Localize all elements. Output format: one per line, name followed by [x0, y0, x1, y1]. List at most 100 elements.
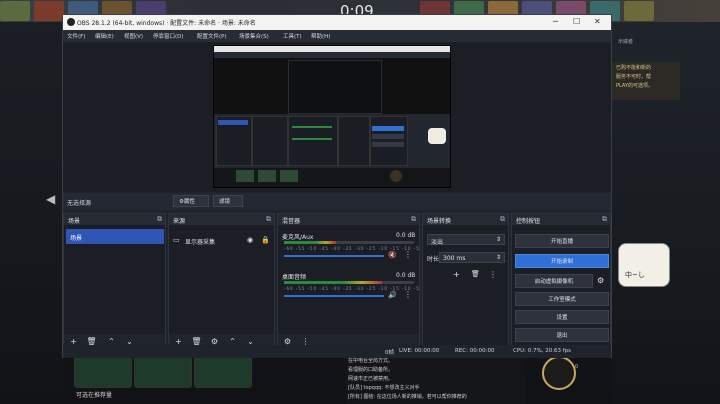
- nested-meter: [292, 126, 332, 128]
- menu-file[interactable]: 文件(F): [67, 32, 85, 40]
- more-options-icon[interactable]: ⋮: [489, 270, 497, 279]
- nested-meter: [292, 138, 332, 140]
- nested-button: [372, 126, 404, 131]
- nested-scene-item: [218, 120, 248, 125]
- nested-preview: [288, 60, 382, 114]
- obs-window: OBS 28.1.2 (64-bit, windows) · 配置文件: 未命名…: [62, 14, 612, 358]
- mixer-channel-name: 麦克风/Aux: [282, 234, 314, 241]
- start-virtual-camera-button[interactable]: 启动虚拟摄像机: [515, 274, 593, 288]
- minimize-icon[interactable]: ─: [553, 17, 558, 26]
- spin-arrows-icon: ⇕: [495, 254, 501, 261]
- studio-mode-button[interactable]: 工作室模式: [515, 292, 609, 306]
- filters-button[interactable]: 滤镜: [213, 195, 243, 207]
- nested-thumb: [236, 170, 254, 182]
- nested-thumb: [280, 170, 298, 182]
- nested-panel: [288, 116, 338, 166]
- eye-icon[interactable]: ◉: [247, 236, 253, 244]
- hero-card[interactable]: [134, 356, 192, 388]
- undock-icon[interactable]: ⧉: [157, 215, 162, 224]
- more-options-icon[interactable]: ⋮: [404, 250, 412, 259]
- title-bar[interactable]: OBS 28.1.2 (64-bit, windows) · 配置文件: 未命名…: [63, 15, 611, 30]
- scenes-dock: 场景 ⧉ 场景 + 🗑 ⌃ ⌄: [63, 213, 166, 351]
- window-title: OBS 28.1.2 (64-bit, windows) · 配置文件: 未命名…: [77, 20, 256, 27]
- dock-header: 场景 ⧉: [64, 214, 165, 225]
- controls-dock: 控制按钮 ⧉ 开始直播 开始录制 启动虚拟摄像机 ⚙ 工作室模式 设置 退出: [511, 213, 611, 351]
- banner-line: 已购不能和新的: [616, 65, 652, 71]
- volume-slider[interactable]: [284, 255, 384, 257]
- hero-portrait: [34, 1, 64, 21]
- obs-logo-icon: [67, 18, 75, 26]
- menu-view[interactable]: 视图(V): [124, 32, 143, 40]
- undock-icon[interactable]: ⧉: [500, 215, 505, 224]
- source-item[interactable]: ▭ 显示器采集 ◉ 🔒: [173, 236, 273, 246]
- volume-meter: [284, 281, 382, 284]
- hero-card[interactable]: [194, 356, 252, 388]
- rank-ring-icon: [542, 356, 576, 390]
- nested-panel: [338, 116, 370, 166]
- dock-title: 控制按钮: [516, 218, 541, 225]
- hero-card[interactable]: [74, 356, 132, 388]
- nested-button: [372, 142, 404, 147]
- maximize-icon[interactable]: ☐: [573, 17, 580, 26]
- menu-scene-collection[interactable]: 场景集合(S): [239, 32, 269, 40]
- menu-docks[interactable]: 停靠窗口(D): [153, 32, 184, 40]
- nested-mascot: [428, 128, 446, 144]
- undock-icon[interactable]: ⧉: [266, 215, 271, 224]
- transition-select[interactable]: 淡出 ⇕: [427, 234, 505, 246]
- dock-title: 混音器: [282, 218, 301, 225]
- live-status: LIVE: 00:00:00: [399, 348, 440, 354]
- gear-icon[interactable]: ⚙: [597, 276, 604, 285]
- add-icon[interactable]: +: [453, 270, 460, 279]
- frames-status: 0帧: [385, 350, 394, 356]
- mixer-channel-db: 0.0 dB: [396, 232, 416, 239]
- scene-item[interactable]: 场景: [66, 229, 164, 244]
- status-bar: 0帧 LIVE: 00:00:00 REC: 00:00:00 CPU: 0.7…: [63, 345, 611, 358]
- mascot-sticker: 中~し: [618, 243, 670, 287]
- more-options-icon[interactable]: ⋮: [404, 290, 412, 299]
- nested-thumb: [390, 170, 402, 182]
- properties-button[interactable]: ⚙属性: [173, 195, 209, 207]
- dock-title: 来源: [173, 218, 186, 225]
- nested-thumb: [258, 170, 276, 182]
- nested-menubar: [214, 52, 450, 58]
- settings-button[interactable]: 设置: [515, 310, 609, 324]
- menu-help[interactable]: 帮助(H): [311, 32, 330, 40]
- chat-box: 在中电台全局方式。 看理服的口助备所。 网速市正已被禁用。 [队员] topqq…: [345, 356, 525, 404]
- undock-icon[interactable]: ⧉: [602, 215, 607, 224]
- dock-header: 混音器 ⧉: [278, 214, 419, 225]
- menu-edit[interactable]: 编辑(E): [95, 32, 114, 40]
- dock-header: 场景转换 ⧉: [423, 214, 508, 225]
- start-recording-button[interactable]: 开始录制: [515, 254, 609, 268]
- chat-line: [所有] 图结: 在这位场人新的推销，若可以帮你推荐的: [348, 394, 467, 400]
- source-item-label: 显示器采集: [185, 239, 216, 246]
- menu-profile[interactable]: 配置文件(P): [197, 32, 227, 40]
- dock-title: 场景: [68, 218, 81, 225]
- chat-line: 网速市正已被禁用。: [348, 376, 394, 382]
- trash-icon[interactable]: 🗑: [471, 270, 480, 278]
- close-icon[interactable]: ✕: [594, 17, 601, 26]
- muted-speaker-icon[interactable]: 🔇: [388, 251, 397, 259]
- menu-tools[interactable]: 工具(T): [283, 32, 302, 40]
- mascot-text: 中~し: [625, 271, 645, 279]
- duration-value: 300 ms: [443, 255, 466, 262]
- exit-button[interactable]: 退出: [515, 328, 609, 342]
- preview-canvas[interactable]: [213, 45, 451, 188]
- nested-panel: [370, 116, 408, 166]
- undock-icon[interactable]: ⧉: [411, 215, 416, 224]
- left-arrow-icon[interactable]: ◀: [46, 192, 55, 206]
- hero-label: 可选在推荐量: [76, 392, 113, 399]
- banner-line: 服务不可时，帮: [616, 74, 652, 80]
- lock-icon[interactable]: 🔒: [261, 236, 270, 244]
- monitor-icon: ▭: [173, 236, 180, 244]
- volume-slider[interactable]: [284, 295, 384, 297]
- dock-header: 控制按钮 ⧉: [512, 214, 610, 225]
- right-top-text: 示威者: [618, 39, 634, 45]
- preview-area: [63, 42, 611, 192]
- chat-line: [队员] topqqq: 不想改主义对手: [348, 385, 420, 391]
- start-streaming-button[interactable]: 开始直播: [515, 234, 609, 248]
- speaker-icon[interactable]: 🔊: [388, 291, 397, 299]
- rec-status: REC: 00:00:00: [455, 348, 495, 354]
- duration-input[interactable]: 300 ms ⇕: [439, 252, 505, 263]
- transition-select-value: 淡出: [431, 239, 444, 246]
- cpu-status: CPU: 0.7%, 20.63 fps: [513, 348, 572, 354]
